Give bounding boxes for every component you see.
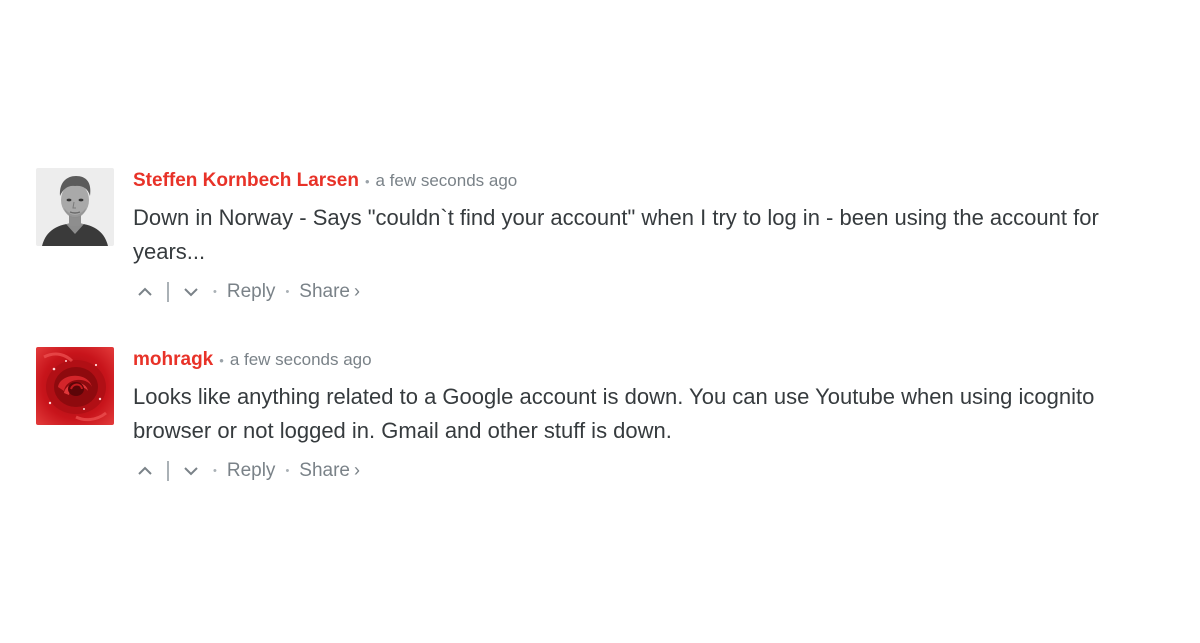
vote-divider (167, 282, 169, 302)
upvote-button[interactable] (133, 459, 157, 483)
chevron-up-icon (138, 466, 152, 475)
meta-separator: • (364, 174, 370, 189)
share-label: Share (299, 460, 350, 481)
action-separator: • (285, 286, 290, 298)
chevron-down-icon (184, 467, 198, 476)
comment-body: mohragk • a few seconds ago Looks like a… (133, 347, 1176, 488)
reply-button[interactable]: Reply (227, 460, 276, 482)
share-button[interactable]: Share › (299, 460, 360, 482)
downvote-button[interactable] (179, 459, 203, 483)
author-name[interactable]: mohragk (133, 348, 213, 372)
comment-body: Steffen Kornbech Larsen • a few seconds … (133, 168, 1176, 309)
avatar[interactable] (36, 168, 114, 246)
comment-text: Looks like anything related to a Google … (133, 384, 1095, 443)
chevron-right-icon: › (354, 460, 360, 480)
chevron-right-icon: › (354, 281, 360, 301)
reply-button[interactable]: Reply (227, 281, 276, 303)
comment-list: Steffen Kornbech Larsen • a few seconds … (36, 168, 1176, 488)
person-photo-avatar-icon (36, 168, 114, 246)
comment-header: mohragk • a few seconds ago (133, 348, 1176, 372)
chevron-up-icon (138, 287, 152, 296)
comment-actions: • Reply • Share › (133, 454, 1176, 488)
timestamp[interactable]: a few seconds ago (230, 348, 372, 372)
vote-divider (167, 461, 169, 481)
downvote-button[interactable] (179, 280, 203, 304)
comment-text: Down in Norway - Says "couldn`t find you… (133, 205, 1099, 264)
avatar[interactable] (36, 347, 114, 425)
action-separator: • (213, 286, 217, 298)
author-name[interactable]: Steffen Kornbech Larsen (133, 169, 359, 193)
comment: mohragk • a few seconds ago Looks like a… (36, 347, 1176, 488)
meta-separator: • (219, 353, 224, 368)
red-rose-avatar-icon (36, 347, 114, 425)
action-separator: • (213, 465, 217, 477)
chevron-down-icon (184, 288, 198, 297)
comment-actions: • Reply • Share › (133, 275, 1176, 309)
share-button[interactable]: Share › (299, 281, 360, 303)
upvote-button[interactable] (133, 280, 157, 304)
action-separator: • (285, 465, 290, 477)
timestamp[interactable]: a few seconds ago (376, 169, 518, 193)
share-label: Share (299, 281, 350, 302)
comment-header: Steffen Kornbech Larsen • a few seconds … (133, 169, 1176, 193)
comment: Steffen Kornbech Larsen • a few seconds … (36, 168, 1176, 309)
